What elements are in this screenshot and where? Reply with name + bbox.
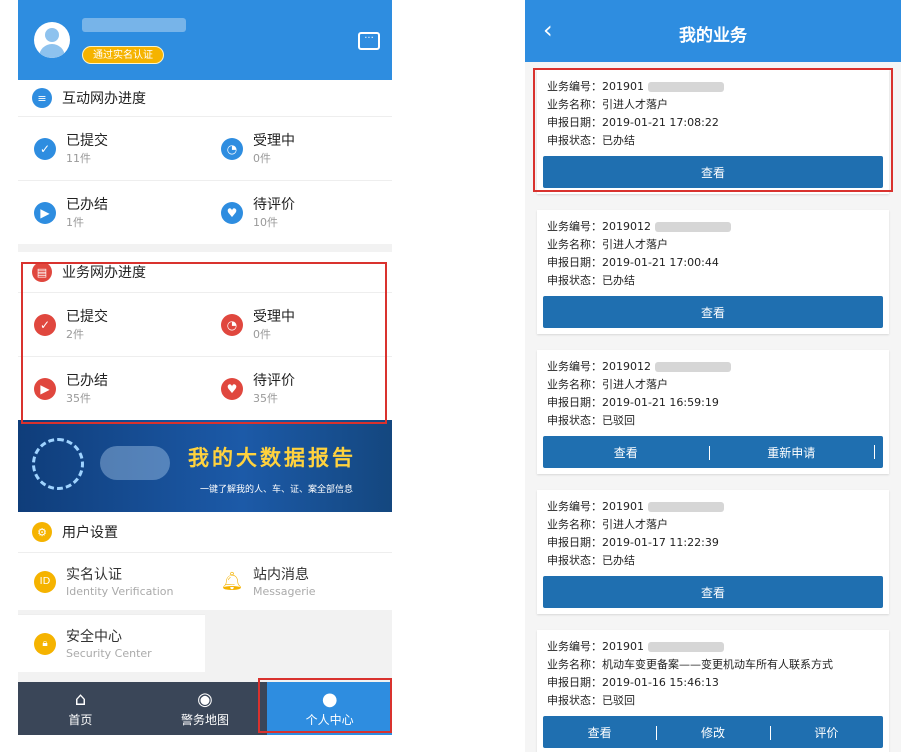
site-messages-item[interactable]: 🔔︎ 站内消息 Messagerie xyxy=(205,552,392,610)
setting-sub: Security Center xyxy=(66,646,152,660)
progress-label: 已办结 xyxy=(66,196,108,213)
progress-item-processing[interactable]: ◔ 受理中 0件 xyxy=(205,116,392,180)
cloud-icon xyxy=(100,446,170,480)
view-button[interactable]: 查看 xyxy=(543,444,709,461)
card-no: 业务编号：201901 xyxy=(543,498,883,516)
highlight-box xyxy=(258,678,392,733)
setting-label: 站内消息 xyxy=(253,566,309,583)
big-data-report-banner[interactable]: 我的大数据报告 一键了解我的人、车、证、案全部信息 xyxy=(18,420,392,512)
fingerprint-icon xyxy=(32,438,84,490)
view-button[interactable]: 查看 xyxy=(543,584,883,601)
card-name: 业务名称：机动车变更备案——变更机动车所有人联系方式 xyxy=(547,658,833,671)
tab-police-map[interactable]: ◉ 警务地图 xyxy=(143,682,268,735)
settings-title-text: 用户设置 xyxy=(62,525,118,541)
card-date: 申报日期：2019-01-21 17:00:44 xyxy=(547,256,719,269)
tab-label: 首页 xyxy=(68,713,93,727)
card-name: 业务名称：引进人才落户 xyxy=(547,238,668,251)
list-icon: ≡ xyxy=(32,88,52,108)
security-center-item[interactable]: 🔒︎ 安全中心 Security Center xyxy=(18,614,205,672)
flag-icon: ▶ xyxy=(34,201,56,224)
progress-count: 1件 xyxy=(66,215,84,229)
progress-count: 0件 xyxy=(253,151,271,165)
card-status: 申报状态：已办结 xyxy=(547,274,635,287)
progress-count: 11件 xyxy=(66,151,91,165)
page-title: 我的业务 xyxy=(679,26,747,46)
verify-badge[interactable]: 通过实名认证 xyxy=(82,46,164,64)
card-name: 业务名称：引进人才落户 xyxy=(547,378,668,391)
section-title: ≡ 互动网办进度 xyxy=(18,80,392,116)
avatar[interactable] xyxy=(34,22,70,58)
progress-label: 已提交 xyxy=(66,132,108,149)
home-icon: ⌂ xyxy=(74,689,87,710)
internet-progress-section: ≡ 互动网办进度 ✓ 已提交 11件 ◔ 受理中 0件 ▶ 已办结 1件 ♥ 待评价 1… xyxy=(18,80,392,244)
progress-item-completed[interactable]: ▶ 已办结 1件 xyxy=(18,180,205,244)
pie-icon: ◔ xyxy=(221,137,243,160)
tab-home[interactable]: ⌂ 首页 xyxy=(18,682,143,735)
progress-count: 10件 xyxy=(253,215,278,229)
check-icon: ✓ xyxy=(34,137,56,160)
realname-verification-item[interactable]: ID 实名认证 Identity Verification xyxy=(18,552,205,610)
reapply-button[interactable]: 重新申请 xyxy=(708,444,875,461)
view-button[interactable]: 查看 xyxy=(543,304,883,321)
profile-header: 通过实名认证 ··· xyxy=(18,0,392,80)
blurred-username xyxy=(82,18,186,32)
highlight-box xyxy=(21,262,387,424)
card-no: 业务编号：2019012 xyxy=(543,358,883,376)
card-date: 申报日期：2019-01-16 15:46:13 xyxy=(547,676,719,689)
message-icon[interactable]: ··· xyxy=(358,32,380,50)
card-status: 申报状态：已办结 xyxy=(547,554,635,567)
rate-button[interactable]: 评价 xyxy=(769,724,883,741)
card-status: 申报状态：已驳回 xyxy=(547,414,635,427)
lock-icon: 🔒︎ xyxy=(34,632,56,655)
business-card: 业务编号：201901 业务名称：机动车变更备案——变更机动车所有人联系方式 申… xyxy=(537,630,889,752)
business-card: 业务编号：2019012 业务名称：引进人才落户 申报日期：2019-01-21… xyxy=(537,210,889,334)
business-card: 业务编号：201901 业务名称：引进人才落户 申报日期：2019-01-17 … xyxy=(537,490,889,614)
setting-sub: Identity Verification xyxy=(66,584,174,598)
bell-icon: 🔔︎ xyxy=(220,571,244,592)
settings-title: ⚙ 用户设置 xyxy=(18,512,392,552)
view-button[interactable]: 查看 xyxy=(543,724,656,741)
progress-label: 受理中 xyxy=(253,132,295,149)
highlight-box xyxy=(533,68,893,192)
progress-item-to-rate[interactable]: ♥ 待评价 10件 xyxy=(205,180,392,244)
setting-sub: Messagerie xyxy=(253,584,316,598)
thumb-icon: ♥ xyxy=(221,201,243,224)
setting-label: 安全中心 xyxy=(66,628,122,645)
id-card-icon: ID xyxy=(34,570,56,593)
business-card: 业务编号：2019012 业务名称：引进人才落户 申报日期：2019-01-21… xyxy=(537,350,889,474)
banner-title: 我的大数据报告 xyxy=(188,445,356,470)
card-name: 业务名称：引进人才落户 xyxy=(547,518,668,531)
progress-label: 待评价 xyxy=(253,196,295,213)
card-status: 申报状态：已驳回 xyxy=(547,694,635,707)
edit-button[interactable]: 修改 xyxy=(656,724,769,741)
setting-label: 实名认证 xyxy=(66,566,122,583)
progress-item-submitted[interactable]: ✓ 已提交 11件 xyxy=(18,116,205,180)
tab-label: 警务地图 xyxy=(181,713,230,727)
card-date: 申报日期：2019-01-17 11:22:39 xyxy=(547,536,719,549)
section-title-text: 互动网办进度 xyxy=(62,91,146,107)
location-pin-icon: ◉ xyxy=(197,689,213,710)
card-date: 申报日期：2019-01-21 16:59:19 xyxy=(547,396,719,409)
nav-header: ‹ 我的业务 xyxy=(525,0,901,62)
card-no: 业务编号：201901 xyxy=(543,638,883,656)
banner-subtitle: 一键了解我的人、车、证、案全部信息 xyxy=(200,485,354,495)
card-no: 业务编号：2019012 xyxy=(543,218,883,236)
user-settings-icon: ⚙ xyxy=(32,522,52,542)
